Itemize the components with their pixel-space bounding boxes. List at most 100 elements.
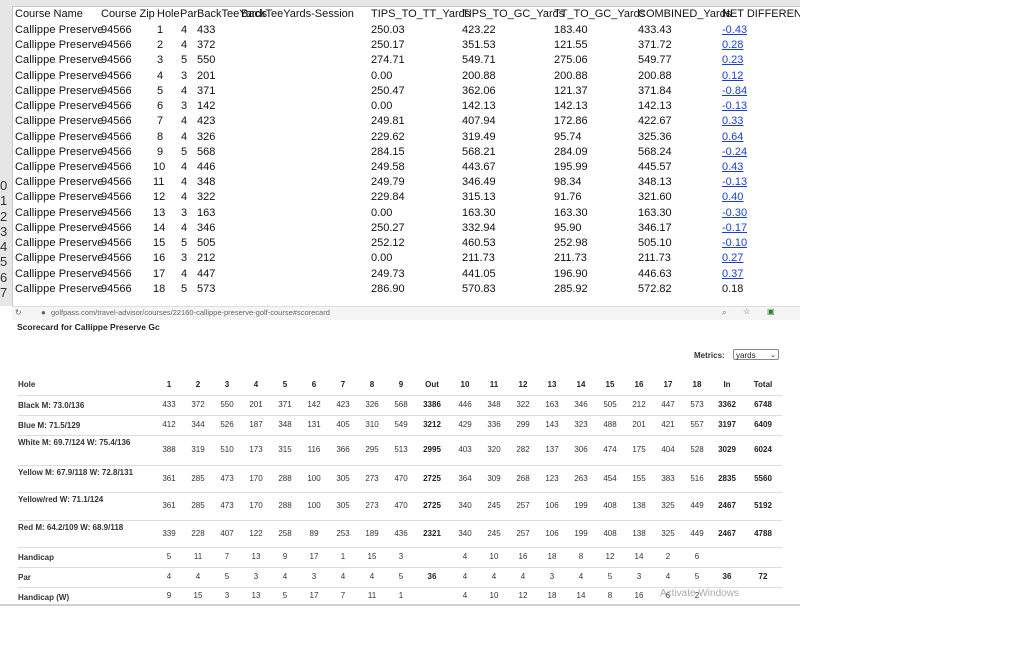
table-cell[interactable]: 4 <box>181 268 187 280</box>
table-cell[interactable]: 573 <box>197 283 215 295</box>
table-cell[interactable]: Callippe Preserve <box>15 252 104 264</box>
table-cell[interactable]: 17 <box>153 268 165 280</box>
table-cell[interactable]: 3 <box>181 100 187 112</box>
net-difference-cell[interactable]: -0.13 <box>722 176 747 188</box>
table-cell[interactable]: 13 <box>153 207 165 219</box>
table-cell[interactable]: 568.21 <box>462 146 496 158</box>
table-cell[interactable]: 2 <box>157 39 163 51</box>
table-cell[interactable]: 121.55 <box>554 39 588 51</box>
table-cell[interactable]: 568 <box>197 146 215 158</box>
net-difference-cell[interactable]: 0.18 <box>722 283 743 295</box>
table-cell[interactable]: 163.30 <box>462 207 496 219</box>
table-cell[interactable]: Callippe Preserve <box>15 54 104 66</box>
table-cell[interactable]: 15 <box>153 237 165 249</box>
row-number[interactable]: 0 <box>0 178 12 193</box>
table-cell[interactable]: 183.40 <box>554 24 588 36</box>
table-cell[interactable]: 549.77 <box>638 54 672 66</box>
row-number[interactable] <box>0 26 12 41</box>
reload-icon[interactable]: ↻ <box>15 308 22 317</box>
table-cell[interactable]: 441.05 <box>462 268 496 280</box>
table-cell[interactable]: 200.88 <box>462 70 496 82</box>
row-number[interactable]: 2 <box>0 209 12 224</box>
table-cell[interactable]: 0.00 <box>371 252 392 264</box>
table-cell[interactable]: 3 <box>181 252 187 264</box>
table-cell[interactable]: Callippe Preserve <box>15 191 104 203</box>
table-cell[interactable]: 18 <box>153 283 165 295</box>
table-cell[interactable]: 252.98 <box>554 237 588 249</box>
table-cell[interactable]: 446 <box>197 161 215 173</box>
row-number[interactable] <box>0 41 12 56</box>
table-cell[interactable]: 550 <box>197 54 215 66</box>
net-difference-cell[interactable]: 0.64 <box>722 131 743 143</box>
table-cell[interactable]: 211.73 <box>462 252 495 264</box>
table-cell[interactable]: Callippe Preserve <box>15 146 104 158</box>
row-number[interactable] <box>0 117 12 132</box>
table-cell[interactable]: 4 <box>181 176 187 188</box>
table-cell[interactable]: 348 <box>197 176 215 188</box>
table-cell[interactable]: 142.13 <box>554 100 588 112</box>
star-icon[interactable]: ☆ <box>743 307 750 316</box>
url-text[interactable]: golfpass.com/travel-advisor/courses/2216… <box>51 308 330 317</box>
table-cell[interactable]: 200.88 <box>554 70 588 82</box>
table-cell[interactable]: 3 <box>181 207 187 219</box>
table-cell[interactable]: 10 <box>153 161 165 173</box>
table-cell[interactable]: 250.27 <box>371 222 405 234</box>
table-cell[interactable]: 94566 <box>101 146 132 158</box>
row-number[interactable]: 5 <box>0 254 12 269</box>
row-number[interactable]: 7 <box>0 285 12 300</box>
table-cell[interactable]: 348.13 <box>638 176 672 188</box>
table-cell[interactable]: 94566 <box>101 161 132 173</box>
table-cell[interactable]: 95.74 <box>554 131 582 143</box>
table-cell[interactable]: 5 <box>181 146 187 158</box>
table-cell[interactable]: 505.10 <box>638 237 672 249</box>
table-cell[interactable]: 163.30 <box>554 207 588 219</box>
table-cell[interactable]: Callippe Preserve <box>15 176 104 188</box>
table-cell[interactable]: 5 <box>181 54 187 66</box>
table-cell[interactable]: 8 <box>157 131 163 143</box>
table-cell[interactable]: Callippe Preserve <box>15 161 104 173</box>
net-difference-cell[interactable]: -0.43 <box>722 24 747 36</box>
row-number[interactable]: 1 <box>0 193 12 208</box>
row-number[interactable] <box>0 163 12 178</box>
table-cell[interactable]: 94566 <box>101 283 132 295</box>
table-cell[interactable]: 371.72 <box>638 39 672 51</box>
table-cell[interactable]: 371 <box>197 85 215 97</box>
row-number[interactable] <box>0 72 12 87</box>
table-cell[interactable]: 95.90 <box>554 222 582 234</box>
table-cell[interactable]: 3 <box>157 54 163 66</box>
table-cell[interactable]: 249.58 <box>371 161 405 173</box>
table-cell[interactable]: 3 <box>181 70 187 82</box>
table-cell[interactable]: 570.83 <box>462 283 496 295</box>
table-cell[interactable]: 4 <box>181 191 187 203</box>
table-cell[interactable]: 142 <box>197 100 215 112</box>
table-cell[interactable]: 229.84 <box>371 191 405 203</box>
table-cell[interactable]: 94566 <box>101 24 132 36</box>
table-cell[interactable]: 121.37 <box>554 85 588 97</box>
table-cell[interactable]: 142.13 <box>638 100 672 112</box>
table-cell[interactable]: 94566 <box>101 100 132 112</box>
table-cell[interactable]: 249.79 <box>371 176 405 188</box>
net-difference-cell[interactable]: -0.24 <box>722 146 747 158</box>
table-cell[interactable]: 433.43 <box>638 24 672 36</box>
address-bar[interactable]: ↻ ● golfpass.com/travel-advisor/courses/… <box>12 307 800 320</box>
table-cell[interactable]: 5 <box>181 237 187 249</box>
table-cell[interactable]: 433 <box>197 24 215 36</box>
table-cell[interactable]: 196.90 <box>554 268 588 280</box>
table-cell[interactable]: 211.73 <box>554 252 587 264</box>
table-cell[interactable]: 332.94 <box>462 222 496 234</box>
table-cell[interactable]: 4 <box>181 222 187 234</box>
table-cell[interactable]: 325.36 <box>638 131 672 143</box>
table-cell[interactable]: 362.06 <box>462 85 496 97</box>
table-cell[interactable]: 94566 <box>101 85 132 97</box>
table-cell[interactable]: 346.17 <box>638 222 672 234</box>
table-cell[interactable]: Callippe Preserve <box>15 39 104 51</box>
table-cell[interactable]: 447 <box>197 268 215 280</box>
table-cell[interactable]: 274.71 <box>371 54 405 66</box>
table-cell[interactable]: 94566 <box>101 70 132 82</box>
extension-icon[interactable]: ▣ <box>767 307 775 316</box>
column-header[interactable]: NET DIFFERENCE <box>722 8 800 20</box>
net-difference-cell[interactable]: -0.84 <box>722 85 747 97</box>
table-cell[interactable]: 549.71 <box>462 54 496 66</box>
table-cell[interactable]: 423.22 <box>462 24 496 36</box>
table-cell[interactable]: 212 <box>197 252 215 264</box>
